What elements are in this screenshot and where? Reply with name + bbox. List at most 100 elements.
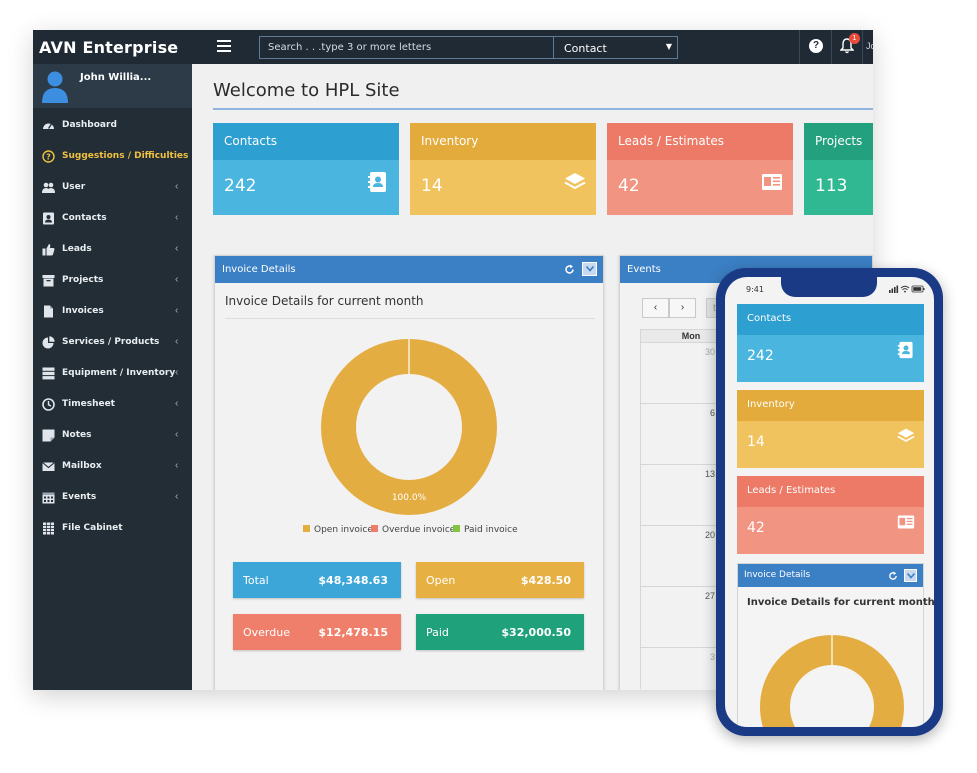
- stat-card-projects[interactable]: Projects 113: [804, 123, 873, 215]
- search-scope-value: Contact: [564, 42, 607, 55]
- thumbs-up-icon: [42, 244, 55, 256]
- sidebar-item-mailbox[interactable]: Mailbox ‹: [33, 452, 192, 482]
- summary-label: Paid: [426, 626, 449, 639]
- stat-card-value: 113: [815, 176, 848, 196]
- stat-card-value: 242: [224, 176, 257, 196]
- title-divider: [213, 108, 873, 110]
- users-icon: [42, 182, 55, 193]
- chevron-left-icon: ‹: [175, 336, 179, 347]
- notification-count-badge: 1: [849, 33, 860, 44]
- stat-card-contacts[interactable]: Contacts 242: [213, 123, 399, 215]
- day-number: 30: [704, 347, 715, 357]
- sidebar-item-invoices[interactable]: Invoices ‹: [33, 297, 192, 327]
- status-bar-icons: [889, 285, 925, 293]
- sidebar-item-services-products[interactable]: Services / Products ‹: [33, 328, 192, 358]
- sidebar-item-equipment-inventory[interactable]: Equipment / Inventory ‹: [33, 359, 192, 389]
- notifications-button[interactable]: 1: [831, 30, 863, 64]
- summary-open[interactable]: Open $428.50: [416, 562, 584, 598]
- calendar-next-button[interactable]: ›: [669, 298, 696, 318]
- user-avatar-icon: [42, 71, 68, 103]
- envelope-icon: [42, 462, 55, 471]
- help-button[interactable]: ?: [799, 30, 831, 64]
- phone-screen: 9:41 Contacts 242 Inventory 14 Leads / E…: [725, 277, 934, 727]
- sidebar-item-label: Services / Products: [62, 337, 160, 347]
- chevron-left-icon: ‹: [175, 367, 179, 378]
- summary-paid[interactable]: Paid $32,000.50: [416, 614, 584, 650]
- summary-overdue[interactable]: Overdue $12,478.15: [233, 614, 401, 650]
- legend-item-paid[interactable]: Paid invoice: [453, 525, 518, 535]
- invoice-details-panel: Invoice Details Invoice Details for curr…: [214, 255, 604, 690]
- sidebar-item-label: Invoices: [62, 306, 104, 316]
- note-icon: [42, 429, 55, 442]
- phone-stat-card-leads-estimates[interactable]: Leads / Estimates 42: [737, 476, 924, 554]
- chevron-left-icon: ‹: [653, 302, 658, 313]
- sidebar-item-user[interactable]: User ‹: [33, 173, 192, 203]
- legend-swatch: [453, 525, 460, 532]
- sidebar-item-contacts[interactable]: Contacts ‹: [33, 204, 192, 234]
- layers-icon: [564, 173, 586, 190]
- stat-card-value: 14: [421, 176, 443, 196]
- sidebar-item-suggestions[interactable]: ? Suggestions / Difficulties: [33, 142, 192, 172]
- sidebar-item-label: Timesheet: [62, 399, 115, 409]
- user-menu-label[interactable]: Jo: [866, 41, 873, 51]
- sidebar-item-label: Suggestions / Difficulties: [62, 151, 189, 161]
- user-panel: John Willia...: [33, 64, 192, 108]
- sidebar-item-notes[interactable]: Notes ‹: [33, 421, 192, 451]
- chevron-left-icon: ‹: [175, 491, 179, 502]
- stat-card-label: Projects: [804, 123, 873, 160]
- chevron-left-icon: ‹: [175, 460, 179, 471]
- stage: AVN Enterprise Search . . .type 3 or mor…: [0, 0, 977, 773]
- events-panel-title: Events: [627, 264, 661, 275]
- sidebar-item-label: User: [62, 182, 86, 192]
- day-number: 6: [709, 408, 715, 418]
- sidebar-item-projects[interactable]: Projects ‹: [33, 266, 192, 296]
- phone-invoice-panel: Invoice Details Invoice Details for curr…: [737, 563, 934, 727]
- legend-label: Paid invoice: [464, 525, 518, 535]
- calendar-prev-button[interactable]: ‹: [642, 298, 669, 318]
- menu-toggle-icon[interactable]: [217, 40, 231, 52]
- chevron-left-icon: ‹: [175, 429, 179, 440]
- stat-card-inventory[interactable]: Inventory 14: [410, 123, 596, 215]
- file-icon: [44, 305, 53, 318]
- stat-card-leads-estimates[interactable]: Leads / Estimates 42: [607, 123, 793, 215]
- sidebar-item-events[interactable]: Events ‹: [33, 483, 192, 513]
- phone-stat-card-contacts[interactable]: Contacts 242: [737, 304, 924, 382]
- legend-item-open[interactable]: Open invoice: [303, 525, 373, 535]
- summary-total[interactable]: Total $48,348.63: [233, 562, 401, 598]
- top-navbar: AVN Enterprise Search . . .type 3 or mor…: [33, 30, 873, 64]
- brand-logo-text[interactable]: AVN Enterprise: [39, 38, 178, 57]
- dashboard-icon: [43, 123, 54, 129]
- legend-item-overdue[interactable]: Overdue invoice: [371, 525, 455, 535]
- phone-mockup: 9:41 Contacts 242 Inventory 14 Leads / E…: [716, 268, 943, 736]
- phone-card-label: Leads / Estimates: [737, 476, 924, 507]
- sidebar-item-timesheet[interactable]: Timesheet ‹: [33, 390, 192, 420]
- legend-swatch: [303, 525, 310, 532]
- question-icon: ?: [809, 39, 823, 53]
- contact-card-icon: [897, 341, 913, 359]
- newspaper-icon: [762, 174, 782, 190]
- page-title: Welcome to HPL Site: [213, 80, 400, 101]
- caret-down-icon: ▼: [665, 42, 672, 51]
- sidebar-item-dashboard[interactable]: Dashboard: [33, 111, 192, 141]
- summary-label: Total: [243, 574, 269, 587]
- stat-card-label: Contacts: [213, 123, 399, 160]
- clock-icon: [42, 398, 55, 411]
- summary-label: Open: [426, 574, 456, 587]
- sidebar-item-label: Notes: [62, 430, 92, 440]
- chevron-left-icon: ‹: [175, 243, 179, 254]
- contact-card-icon: [43, 212, 54, 225]
- search-scope-select[interactable]: Contact ▼: [553, 36, 678, 59]
- sidebar-item-leads[interactable]: Leads ‹: [33, 235, 192, 265]
- global-search-input[interactable]: Search . . .type 3 or more letters: [259, 36, 554, 59]
- donut-slice-0[interactable]: [321, 339, 497, 515]
- phone-stat-card-inventory[interactable]: Inventory 14: [737, 390, 924, 468]
- chevron-left-icon: ‹: [175, 212, 179, 223]
- day-number: 3: [709, 652, 715, 662]
- sidebar-item-file-cabinet[interactable]: File Cabinet: [33, 514, 192, 544]
- calendar-icon: [42, 492, 55, 504]
- sidebar-item-label: Dashboard: [62, 120, 117, 130]
- question-icon: ?: [42, 150, 55, 163]
- user-name: John Willia...: [80, 72, 152, 83]
- sidebar-item-label: Leads: [62, 244, 92, 254]
- pie-icon: [42, 336, 55, 349]
